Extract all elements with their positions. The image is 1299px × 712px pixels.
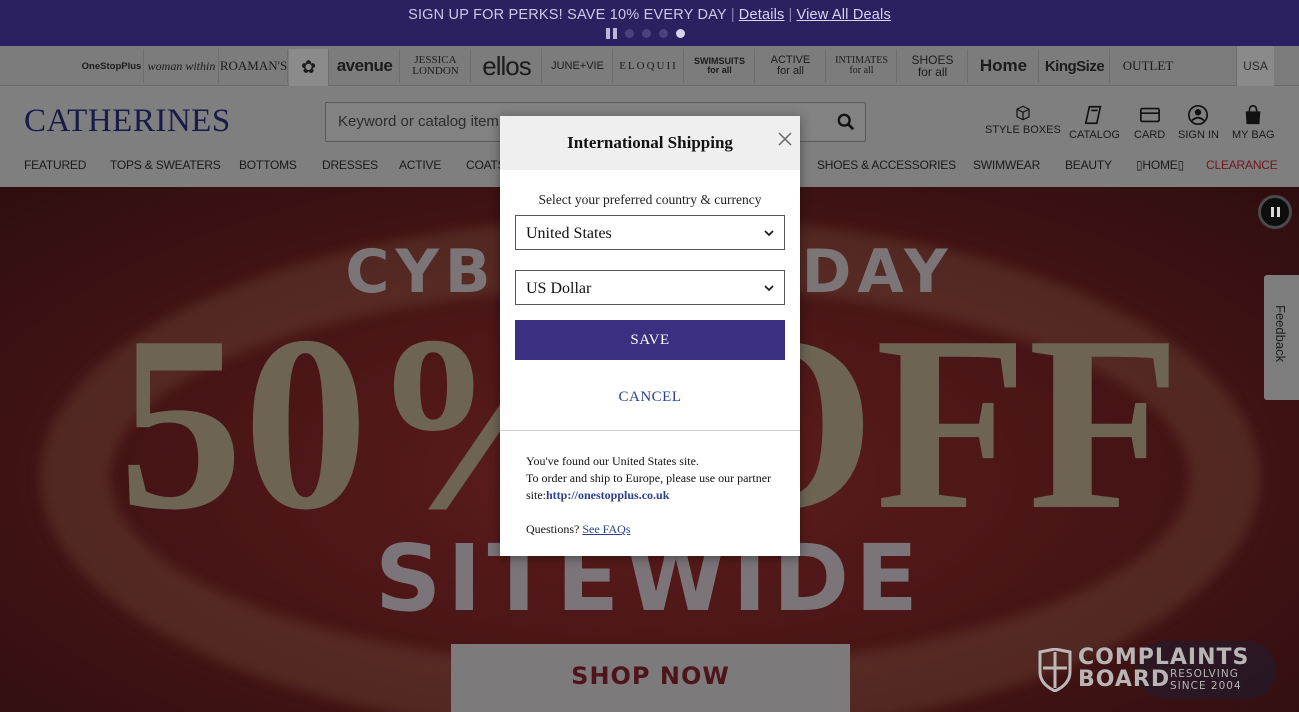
brand-shoes-for-all[interactable]: SHOES for all	[898, 49, 968, 83]
brand-jessica-london[interactable]: JESSICA LONDON	[401, 49, 471, 83]
nav-dresses[interactable]: DRESSES	[322, 158, 378, 172]
country-select[interactable]: United States	[515, 215, 785, 250]
close-icon[interactable]	[777, 131, 793, 147]
feedback-label: Feedback	[1273, 305, 1288, 363]
catalog-icon	[1085, 105, 1102, 125]
brand-woman-within[interactable]: woman within	[145, 49, 219, 83]
brand-intimates-for-all[interactable]: INTIMATES for all	[827, 49, 897, 83]
my-bag-button[interactable]: MY BAG	[1232, 104, 1275, 141]
feedback-tab[interactable]: Feedback	[1264, 275, 1299, 400]
country-currency-prompt: Select your preferred country & currency	[538, 192, 762, 207]
complaints-board-subtitle: RESOLVING SINCE 2004	[1170, 668, 1242, 692]
nav-bottoms[interactable]: BOTTOMS	[239, 158, 297, 172]
nav-featured[interactable]: FEATURED	[24, 158, 86, 172]
brand-roamans[interactable]: ROAMAN'S	[220, 49, 288, 83]
cancel-button[interactable]: CANCEL	[500, 389, 800, 406]
shield-icon	[1038, 648, 1072, 692]
promo-divider: |	[730, 7, 735, 23]
country-value: United States	[526, 225, 612, 242]
promo-divider: |	[788, 7, 793, 23]
nav-tops-sweaters[interactable]: TOPS & SWEATERS	[110, 158, 221, 172]
my-bag-label: MY BAG	[1232, 129, 1275, 141]
brand-home[interactable]: Home	[969, 49, 1039, 83]
locale-button[interactable]: USA	[1236, 46, 1274, 86]
brand-kingsize[interactable]: KingSize	[1040, 49, 1110, 83]
sign-in-label: SIGN IN	[1178, 129, 1219, 141]
nav-shoes-accessories[interactable]: SHOES & ACCESSORIES	[817, 158, 956, 172]
style-boxes-label: STYLE BOXES	[985, 124, 1061, 136]
carousel-dot[interactable]	[659, 29, 668, 38]
catalog-label: CATALOG	[1069, 129, 1120, 141]
catalog-button[interactable]: CATALOG	[1069, 104, 1120, 141]
partner-site-link[interactable]: http://onestopplus.co.uk	[546, 488, 669, 502]
brand-avenue[interactable]: avenue	[330, 49, 400, 83]
carousel-dot-active[interactable]	[676, 29, 685, 38]
modal-header: International Shipping	[500, 116, 800, 170]
brand-outlet[interactable]: OUTLET	[1111, 49, 1185, 83]
chevron-down-icon	[764, 285, 774, 292]
brand-onestopplus[interactable]: OneStopPlus	[80, 49, 144, 83]
site-logo[interactable]: CATHERINES	[24, 103, 231, 140]
currency-value: US Dollar	[526, 280, 592, 297]
promo-carousel-controls	[606, 28, 685, 39]
modal-divider	[500, 430, 800, 431]
complaints-sub-line2: SINCE 2004	[1170, 680, 1242, 692]
credit-card-icon	[1139, 107, 1160, 123]
shop-now-button[interactable]: SHOP NOW	[451, 644, 850, 712]
currency-select[interactable]: US Dollar	[515, 270, 785, 305]
carousel-dot[interactable]	[625, 29, 634, 38]
view-all-deals-link[interactable]: View All Deals	[796, 7, 890, 23]
card-button[interactable]: CARD	[1134, 104, 1165, 141]
questions-row: Questions? See FAQs	[526, 522, 630, 537]
see-faqs-link[interactable]: See FAQs	[582, 522, 630, 536]
carousel-dot[interactable]	[642, 29, 651, 38]
brand-june-vie[interactable]: JUNE+VIE	[543, 49, 613, 83]
sign-in-button[interactable]: SIGN IN	[1178, 104, 1219, 141]
modal-title: International Shipping	[567, 133, 733, 152]
box-icon	[1016, 105, 1030, 121]
brand-active-for-all[interactable]: ACTIVE for all	[756, 49, 826, 83]
promo-pause-icon[interactable]	[606, 28, 617, 39]
questions-label: Questions?	[526, 522, 580, 536]
nav-beauty[interactable]: BEAUTY	[1065, 158, 1112, 172]
complaints-board-badge: COMPLAINTS BOARD RESOLVING SINCE 2004	[1036, 642, 1276, 702]
shopping-bag-icon	[1245, 105, 1261, 125]
brand-eloquii[interactable]: ELOQUII	[614, 49, 684, 83]
complaints-title-line1: COMPLAINTS	[1078, 645, 1250, 670]
user-icon	[1188, 105, 1209, 125]
nav-active[interactable]: ACTIVE	[399, 158, 441, 172]
shipping-info: You've found our United States site. To …	[526, 453, 788, 504]
brand-ellos[interactable]: ellos	[472, 49, 542, 83]
card-label: CARD	[1134, 129, 1166, 141]
promo-text-row: SIGN UP FOR PERKS! SAVE 10% EVERY DAY | De…	[0, 7, 1299, 23]
nav-swimwear[interactable]: SWIMWEAR	[973, 158, 1040, 172]
promo-message: SIGN UP FOR PERKS! SAVE 10% EVERY DAY	[408, 7, 727, 23]
save-button[interactable]: SAVE	[515, 320, 785, 360]
brand-bar: OneStopPlus woman within ROAMAN'S ✿ aven…	[0, 46, 1299, 86]
info-found-site: You've found our United States site.	[526, 454, 699, 468]
chevron-down-icon	[764, 230, 774, 237]
nav-clearance[interactable]: CLEARANCE	[1206, 158, 1278, 172]
international-shipping-modal: International Shipping Select your prefe…	[500, 116, 800, 556]
search-input[interactable]: Keyword or catalog item	[338, 113, 499, 130]
nav-home[interactable]: ▯HOME▯	[1136, 158, 1184, 172]
search-icon[interactable]	[837, 113, 855, 131]
promo-banner: SIGN UP FOR PERKS! SAVE 10% EVERY DAY | De…	[0, 0, 1299, 46]
brand-catherines-selected[interactable]: ✿	[289, 49, 329, 86]
style-boxes-button[interactable]: STYLE BOXES	[985, 104, 1061, 136]
hero-pause-icon[interactable]	[1258, 195, 1292, 229]
complaints-sub-line1: RESOLVING	[1170, 668, 1239, 680]
details-link[interactable]: Details	[739, 7, 785, 23]
info-partner-text: To order and ship to Europe, please use …	[526, 470, 788, 504]
brand-swimsuits-for-all[interactable]: SWIMSUITS for all	[685, 49, 755, 83]
